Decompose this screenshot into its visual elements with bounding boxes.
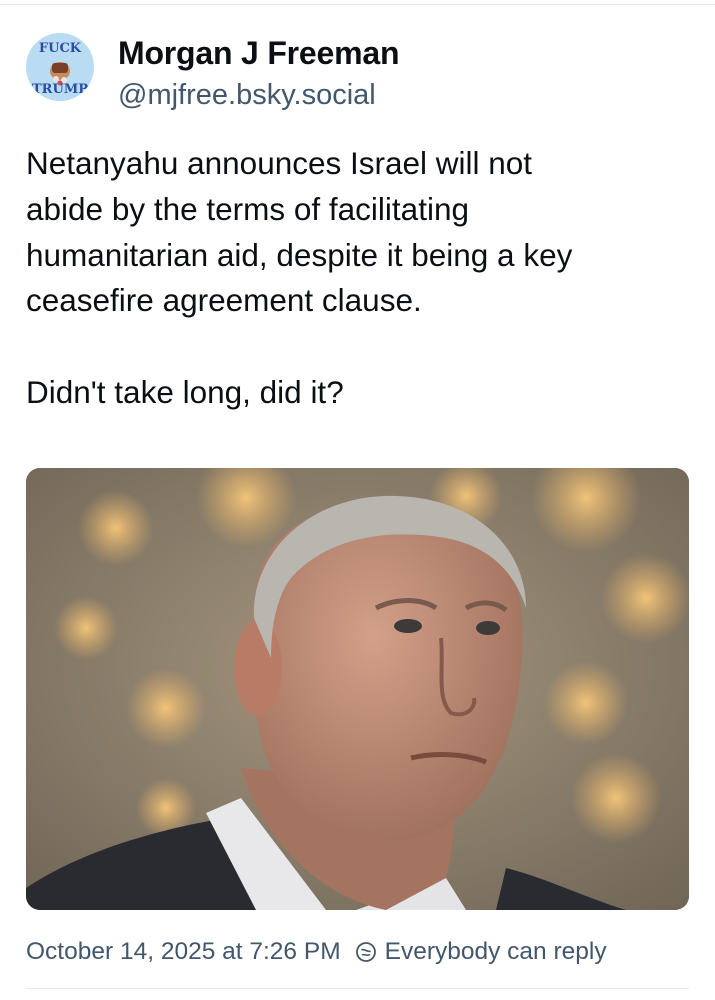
reply-setting-label: Everybody can reply <box>384 938 607 965</box>
post-timestamp[interactable]: October 14, 2025 at 7:26 PM <box>26 938 341 966</box>
avatar-text-top: FUCK <box>39 41 82 56</box>
author-display-name[interactable]: Morgan J Freeman <box>118 35 400 72</box>
post-paragraph: Didn't take long, did it? <box>26 373 344 410</box>
avatar[interactable]: FUCK TRUMP <box>26 33 94 101</box>
post-thread-item: FUCK TRUMP Morgan J Freeman @mjfree.bsky… <box>0 0 715 1000</box>
post-header: FUCK TRUMP Morgan J Freeman @mjfree.bsky… <box>26 33 686 113</box>
author-handle[interactable]: @mjfree.bsky.social <box>118 79 376 112</box>
embedded-photo[interactable] <box>26 468 689 910</box>
post-paragraph: Netanyahu announces Israel will not abid… <box>26 145 573 319</box>
post-text: Netanyahu announces Israel will not abid… <box>26 141 691 416</box>
bottom-divider <box>26 988 689 989</box>
post-meta: October 14, 2025 at 7:26 PM Everybody ca… <box>26 932 607 972</box>
avatar-text-bottom: TRUMP <box>32 82 88 97</box>
globe-check-icon <box>355 941 377 963</box>
